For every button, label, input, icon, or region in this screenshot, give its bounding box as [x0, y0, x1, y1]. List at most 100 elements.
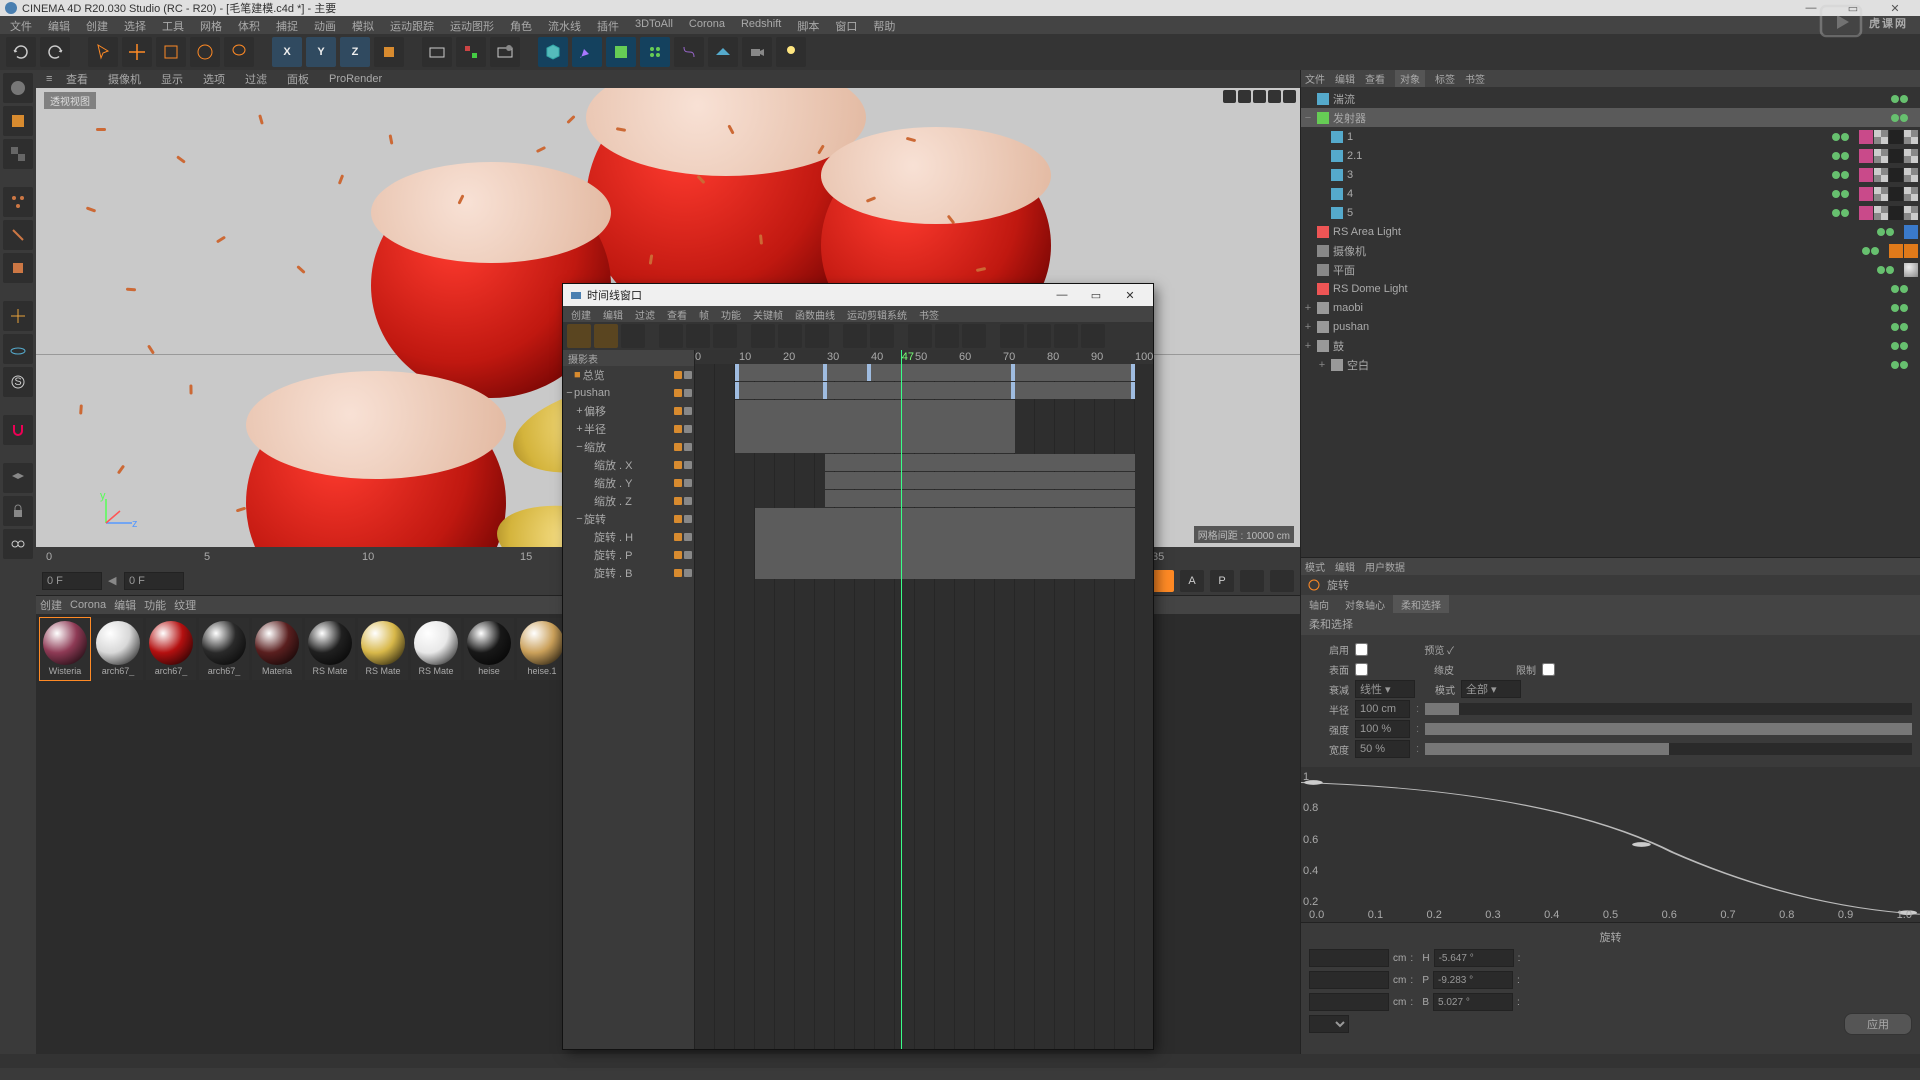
object-row[interactable]: + 鼓	[1301, 336, 1920, 355]
object-row[interactable]: 4	[1301, 184, 1920, 203]
menu-窗口[interactable]: 窗口	[827, 16, 865, 34]
attr-top-编辑[interactable]: 编辑	[1335, 559, 1355, 574]
object-tag[interactable]	[1859, 149, 1873, 163]
keyframe[interactable]	[735, 382, 739, 399]
attr-top-模式[interactable]: 模式	[1305, 559, 1325, 574]
expand-toggle[interactable]: −	[565, 387, 574, 399]
coord-cell[interactable]	[1309, 949, 1389, 967]
object-tag[interactable]	[1904, 168, 1918, 182]
tl-clip[interactable]	[825, 490, 1135, 507]
tl-track[interactable]: 缩放 . Y	[563, 474, 694, 492]
visibility-dot[interactable]	[1891, 361, 1899, 369]
object-row[interactable]: 3	[1301, 165, 1920, 184]
objpanel-tab-文件[interactable]: 文件	[1305, 71, 1325, 86]
tl-mode-fcurve[interactable]	[594, 324, 618, 348]
coord-value[interactable]: -9.283 °	[1433, 971, 1513, 989]
tl-menu-item[interactable]: 关键帧	[747, 306, 789, 322]
expand-toggle[interactable]: +	[1317, 359, 1327, 371]
object-tag[interactable]	[1904, 225, 1918, 239]
expand-toggle[interactable]: +	[575, 405, 584, 417]
menu-插件[interactable]: 插件	[589, 16, 627, 34]
tl-clip[interactable]	[755, 508, 1135, 579]
keyframe[interactable]	[823, 382, 827, 399]
deformer-button[interactable]	[674, 37, 704, 67]
tl-menu-item[interactable]: 功能	[715, 306, 747, 322]
visibility-dot[interactable]	[1832, 190, 1840, 198]
render-button[interactable]	[422, 37, 452, 67]
tl-track[interactable]: 缩放 . Z	[563, 492, 694, 510]
tl-menu-item[interactable]: 书签	[913, 306, 945, 322]
object-tag[interactable]	[1874, 187, 1888, 201]
tl-minimize-button[interactable]: —	[1045, 289, 1079, 301]
menu-编辑[interactable]: 编辑	[40, 16, 78, 34]
object-tag[interactable]	[1859, 168, 1873, 182]
point-mode-button[interactable]	[3, 187, 33, 217]
mat-tab[interactable]: Corona	[70, 599, 106, 611]
object-tag[interactable]	[1904, 187, 1918, 201]
tl-track[interactable]: 缩放 . X	[563, 456, 694, 474]
scale-key-button[interactable]	[1240, 570, 1264, 592]
menu-捕捉[interactable]: 捕捉	[268, 16, 306, 34]
object-tag[interactable]	[1859, 130, 1873, 144]
object-tree[interactable]: 湍流 − 发射器 1 2.1 3 4 5 RS Area Ligh	[1301, 87, 1920, 557]
tl-track[interactable]: −pushan	[563, 384, 694, 402]
visibility-dot[interactable]	[1891, 114, 1899, 122]
menu-选择[interactable]: 选择	[116, 16, 154, 34]
tl-key-move[interactable]	[805, 324, 829, 348]
object-tag[interactable]	[1904, 244, 1918, 258]
object-row[interactable]: 摄像机	[1301, 241, 1920, 260]
expand-toggle[interactable]: +	[1303, 321, 1313, 333]
tl-track[interactable]: +偏移	[563, 402, 694, 420]
tl-menu-item[interactable]: 过滤	[629, 306, 661, 322]
object-tag[interactable]	[1874, 168, 1888, 182]
coord-cell[interactable]	[1309, 993, 1389, 1011]
menu-模拟[interactable]: 模拟	[344, 16, 382, 34]
timeline-grid[interactable]: 010203040475060708090100	[695, 350, 1153, 1049]
tl-track[interactable]: −缩放	[563, 438, 694, 456]
scale-tool[interactable]	[156, 37, 186, 67]
layer-button[interactable]	[3, 463, 33, 493]
autokey-button[interactable]: A	[1180, 570, 1204, 592]
coord-value[interactable]: -5.647 °	[1434, 949, 1514, 967]
tl-tool-2[interactable]	[686, 324, 710, 348]
tl-curve-2[interactable]	[870, 324, 894, 348]
tl-close-button[interactable]: ✕	[1113, 289, 1147, 302]
menu-角色[interactable]: 角色	[502, 16, 540, 34]
object-tag[interactable]	[1889, 149, 1903, 163]
expand-toggle[interactable]: +	[575, 423, 584, 435]
tl-curve-1[interactable]	[843, 324, 867, 348]
world-button[interactable]	[374, 37, 404, 67]
objpanel-tab-对象[interactable]: 对象	[1395, 70, 1425, 87]
menu-脚本[interactable]: 脚本	[789, 16, 827, 34]
tl-key-add[interactable]	[751, 324, 775, 348]
material-item[interactable]: RS Mate	[358, 618, 408, 680]
coord-value[interactable]: 5.027 °	[1433, 993, 1513, 1011]
tl-menu-item[interactable]: 查看	[661, 306, 693, 322]
visibility-dot[interactable]	[1832, 133, 1840, 141]
object-row[interactable]: + maobi	[1301, 298, 1920, 317]
undo-button[interactable]	[6, 37, 36, 67]
workplane-button[interactable]	[3, 334, 33, 364]
object-mode-button[interactable]	[3, 106, 33, 136]
vp-tab-摄像机[interactable]: 摄像机	[102, 70, 147, 88]
visibility-dot[interactable]	[1886, 228, 1894, 236]
object-tag[interactable]	[1874, 206, 1888, 220]
objpanel-tab-编辑[interactable]: 编辑	[1335, 71, 1355, 86]
select-tool[interactable]	[88, 37, 118, 67]
tl-track[interactable]: 旋转 . P	[563, 546, 694, 564]
goto-frame-field[interactable]: 0 F	[124, 572, 184, 590]
tl-interp-3[interactable]	[962, 324, 986, 348]
expand-toggle[interactable]: +	[1303, 340, 1313, 352]
menu-动画[interactable]: 动画	[306, 16, 344, 34]
attr-tab[interactable]: 柔和选择	[1393, 595, 1449, 613]
mat-tab[interactable]: 编辑	[114, 597, 136, 613]
y-axis-button[interactable]: Y	[306, 37, 336, 67]
tl-track[interactable]: −旋转	[563, 510, 694, 528]
object-row[interactable]: RS Dome Light	[1301, 279, 1920, 298]
texture-mode-button[interactable]	[3, 139, 33, 169]
tl-maximize-button[interactable]: ▭	[1079, 289, 1113, 302]
tl-clip[interactable]	[735, 364, 1135, 381]
visibility-dot[interactable]	[1891, 285, 1899, 293]
objpanel-tab-标签[interactable]: 标签	[1435, 71, 1455, 86]
apply-button[interactable]: 应用	[1844, 1013, 1912, 1035]
